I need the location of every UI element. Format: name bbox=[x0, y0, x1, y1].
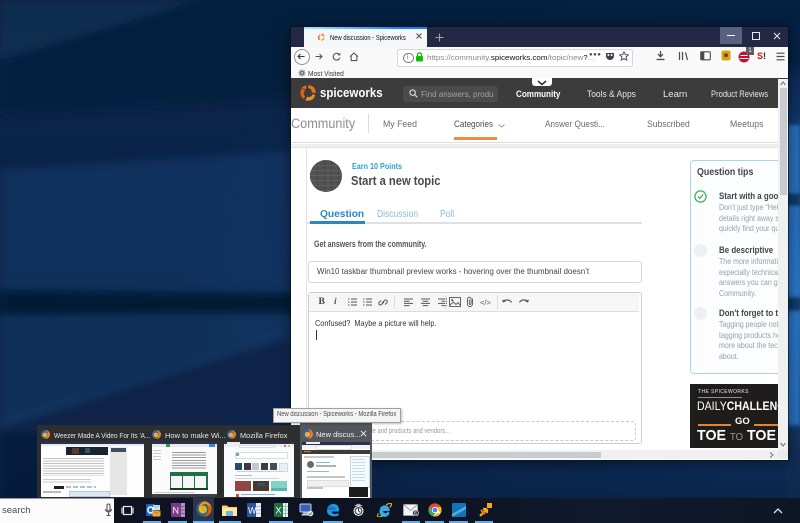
svg-text:W: W bbox=[248, 506, 257, 516]
svg-text:N: N bbox=[173, 506, 180, 516]
svg-text:X: X bbox=[276, 506, 282, 516]
svg-text:6: 6 bbox=[414, 511, 417, 516]
